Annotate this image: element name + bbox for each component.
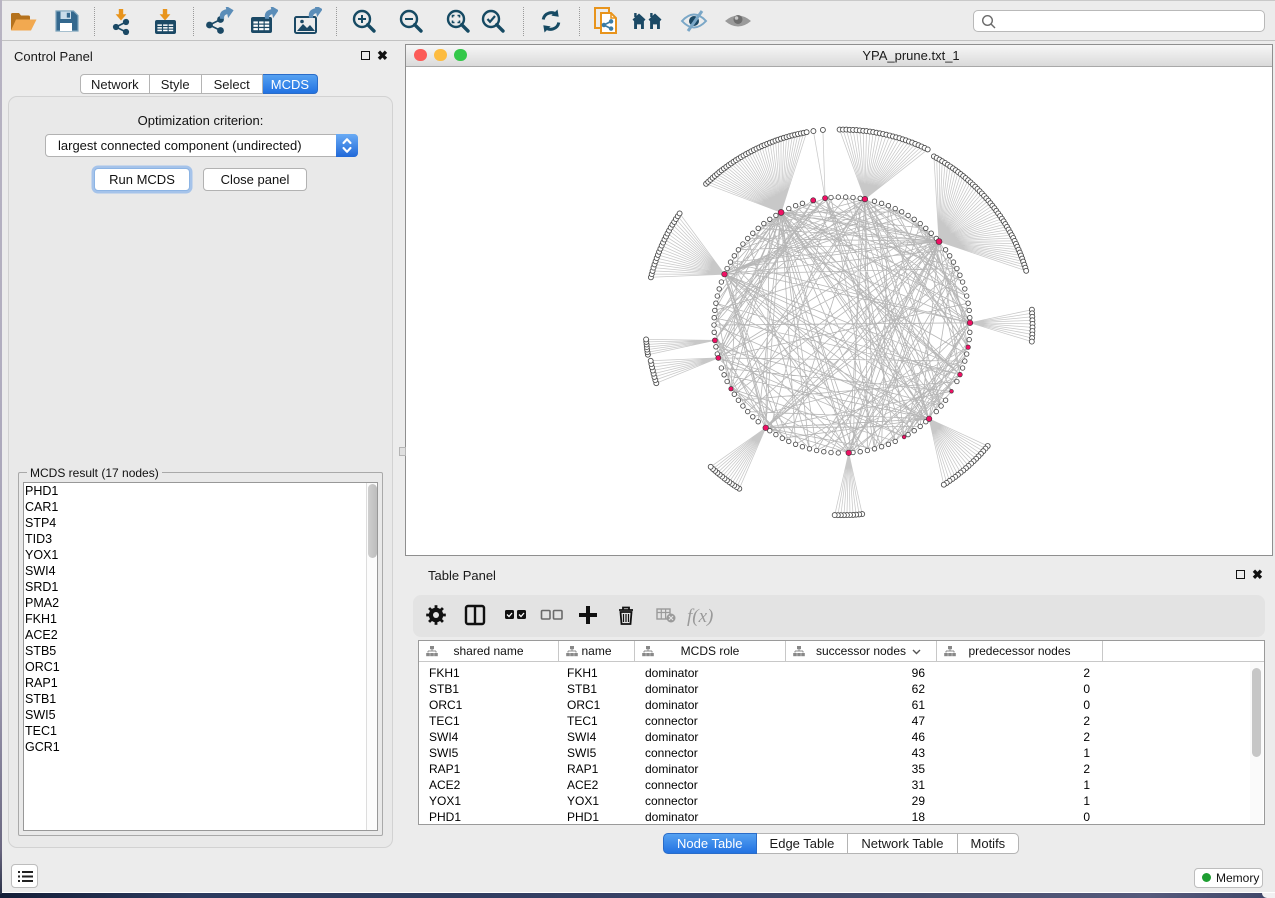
- svg-text:f(x): f(x): [687, 606, 713, 627]
